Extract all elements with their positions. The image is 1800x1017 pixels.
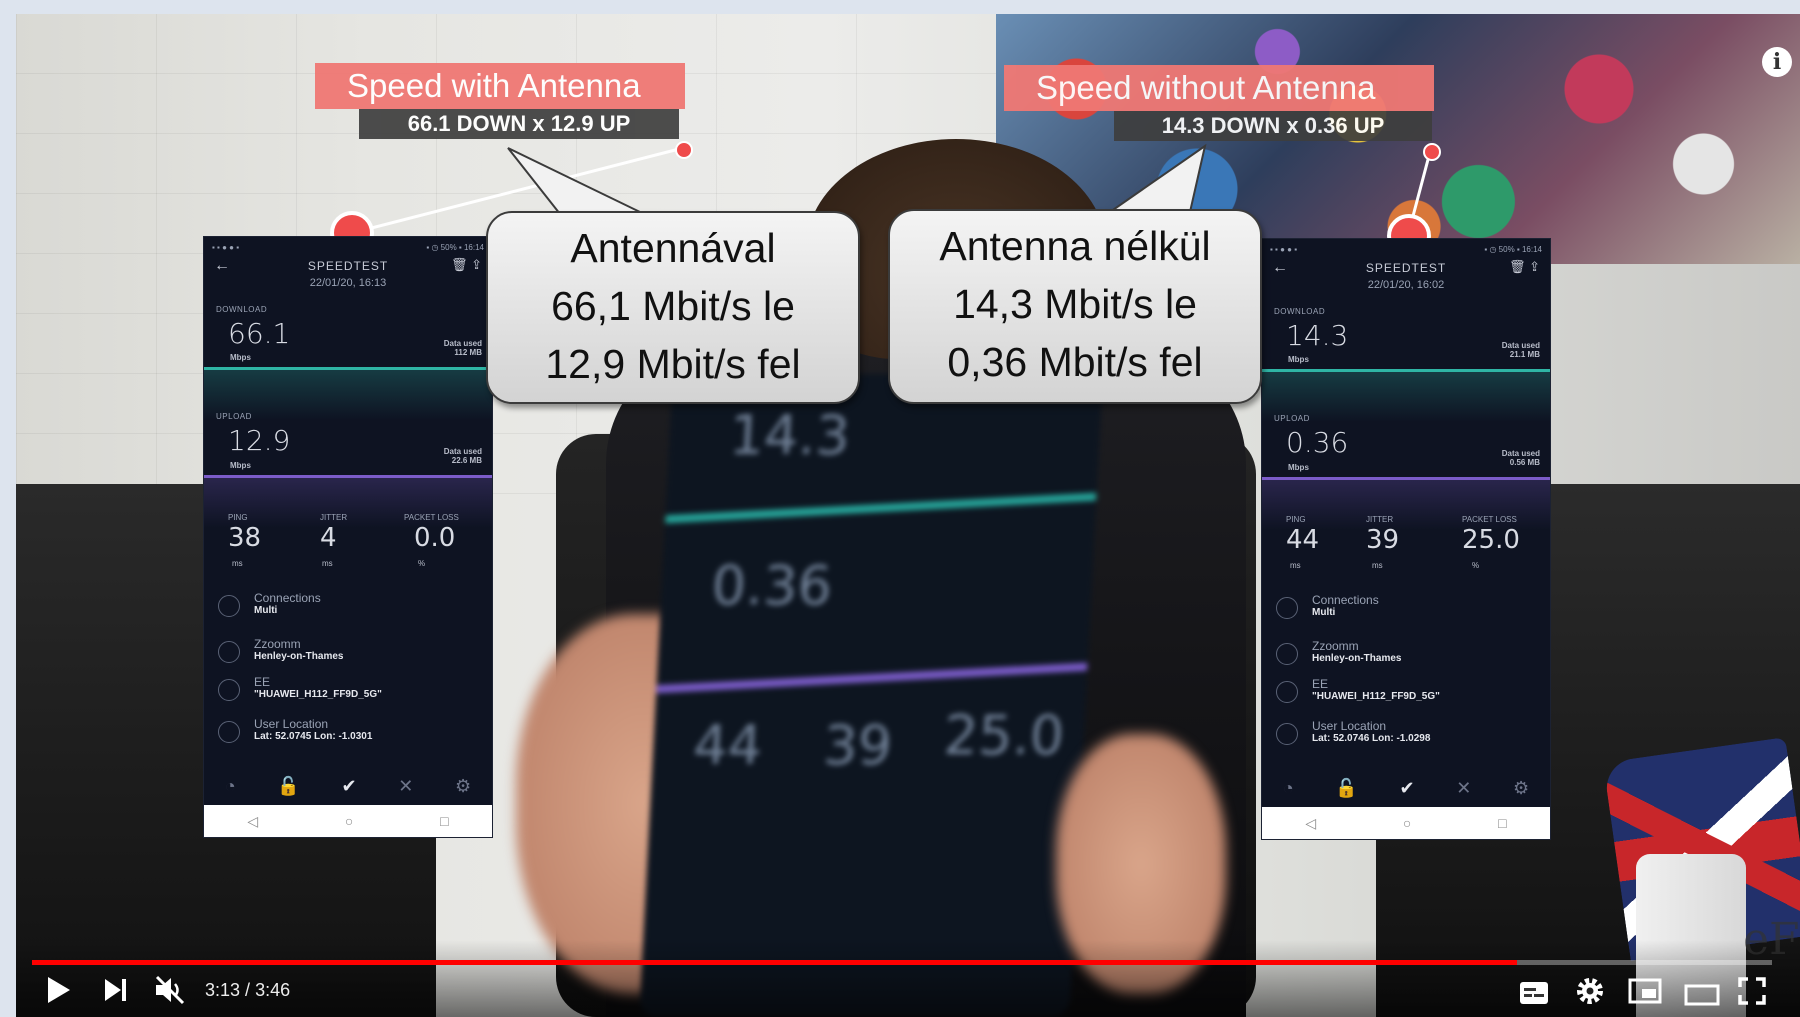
- bubble-line-3: 12,9 Mbit/s fel: [545, 341, 801, 387]
- bubble-line-2: 14,3 Mbit/s le: [953, 281, 1197, 327]
- bubble-line-1: Antennával: [570, 225, 776, 271]
- bubble-line-2: 66,1 Mbit/s le: [551, 283, 795, 329]
- fullscreen-icon[interactable]: [1738, 977, 1766, 1013]
- bubble-tails: [507, 143, 1207, 216]
- time-display: 3:13 / 3:46: [205, 980, 290, 1001]
- screen: 14.3 0.36 44 39 25.0 eF i Speed with Ant…: [0, 0, 1800, 1017]
- progress-played: [32, 960, 1517, 965]
- speech-bubble-with-antenna: Antennával 66,1 Mbit/s le 12,9 Mbit/s fe…: [486, 211, 860, 404]
- miniplayer-icon[interactable]: [1628, 978, 1662, 1012]
- next-icon[interactable]: [103, 976, 129, 1012]
- settings-icon[interactable]: [1575, 976, 1605, 1014]
- bubble-tail-right: [1106, 143, 1207, 213]
- bubble-line-3: 0,36 Mbit/s fel: [947, 339, 1203, 385]
- current-time: 3:13: [205, 980, 241, 1000]
- mute-icon[interactable]: [153, 974, 187, 1014]
- theater-icon[interactable]: [1684, 980, 1720, 1014]
- time-separator: /: [240, 980, 256, 1000]
- bubble-tail-left: [507, 147, 641, 216]
- bubble-line-1: Antenna nélkül: [939, 223, 1211, 269]
- subtitles-icon[interactable]: [1519, 979, 1549, 1013]
- speech-bubble-without-antenna: Antenna nélkül 14,3 Mbit/s le 0,36 Mbit/…: [888, 209, 1262, 404]
- progress-bar[interactable]: [32, 960, 1772, 965]
- play-icon[interactable]: [46, 975, 72, 1013]
- duration: 3:46: [255, 980, 291, 1000]
